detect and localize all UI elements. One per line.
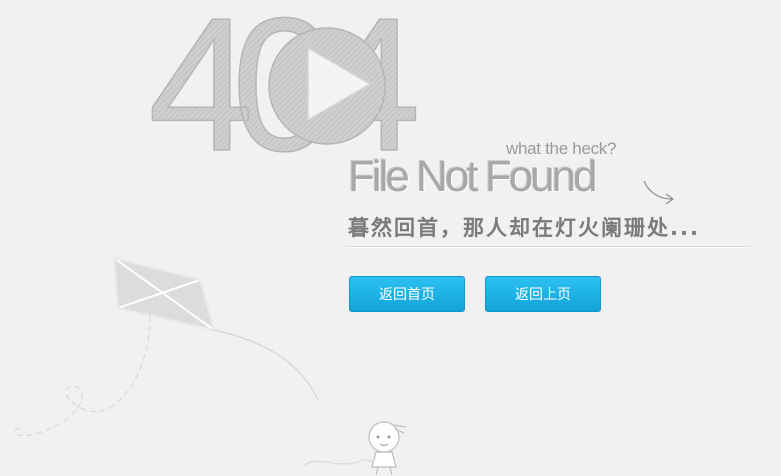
kite-illustration xyxy=(14,256,319,437)
person-icon xyxy=(368,421,407,476)
kite-icon xyxy=(112,256,216,332)
error-page: 404 what the heck? File Not Found 暮然回首，那… xyxy=(0,0,781,476)
back-button[interactable]: 返回上页 xyxy=(485,276,601,312)
play-icon xyxy=(268,27,386,145)
curved-arrow-icon xyxy=(643,180,675,205)
person-illustration xyxy=(303,421,407,476)
big-404-graphic: 404 xyxy=(147,0,439,160)
subtitle: 暮然回首，那人却在灯火阑珊处... xyxy=(348,216,700,240)
page-title: File Not Found xyxy=(348,152,598,201)
home-button[interactable]: 返回首页 xyxy=(349,276,465,312)
divider xyxy=(346,246,750,248)
